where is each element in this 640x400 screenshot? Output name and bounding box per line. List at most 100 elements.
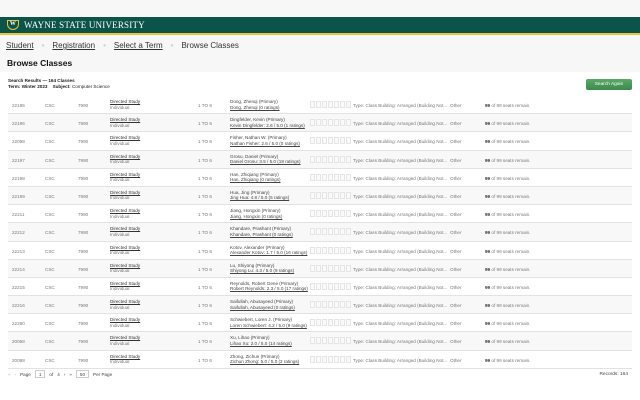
table-row[interactable]: 22215 CSC 7990 Directed Study Individual … bbox=[8, 277, 632, 297]
course-title-link[interactable]: Directed Study bbox=[110, 317, 140, 322]
table-row[interactable]: 22280 CSC 7990 Directed Study Individual … bbox=[8, 314, 632, 333]
instructor-rating-link[interactable]: Jing Hua: 4.8 / 5.0 (5 ratings) bbox=[230, 195, 289, 200]
schedule-type: Individual bbox=[110, 104, 130, 110]
course-number: 7990 bbox=[78, 175, 89, 181]
breadcrumb-student[interactable]: Student bbox=[6, 41, 34, 50]
day-box bbox=[340, 301, 345, 309]
search-again-button[interactable]: Search Again bbox=[586, 79, 632, 90]
subject: CSC bbox=[45, 193, 55, 199]
next-page-button[interactable]: › bbox=[64, 372, 66, 377]
seats-remaining: 99 bbox=[485, 157, 491, 163]
day-box bbox=[328, 301, 333, 309]
course-number: 7990 bbox=[78, 339, 89, 345]
seats-remaining: 99 bbox=[485, 357, 491, 363]
per-page-select[interactable]: 50 bbox=[75, 370, 90, 378]
course-title-link[interactable]: Directed Study bbox=[110, 263, 140, 268]
seats-text: of 99 seats remain. bbox=[491, 175, 531, 181]
day-box bbox=[310, 282, 315, 290]
course-title-link[interactable]: Directed Study bbox=[110, 354, 140, 359]
instructor-rating-link[interactable]: Zichun Zhong: 5.0 / 5.0 (2 ratings) bbox=[230, 359, 299, 364]
instructor-rating-link[interactable]: Jiang, Hongxin (0 ratings) bbox=[230, 214, 282, 219]
day-box bbox=[322, 264, 327, 272]
table-row[interactable]: 22196 CSC 7990 Directed Study Individual … bbox=[8, 114, 632, 133]
course-title-link[interactable]: Directed Study bbox=[110, 190, 140, 195]
seats-text: of 99 seats remain. bbox=[491, 157, 531, 163]
course-title-link[interactable]: Directed Study bbox=[110, 226, 140, 231]
campus: Other bbox=[450, 303, 462, 309]
day-box bbox=[310, 355, 315, 363]
course-title-link[interactable]: Directed Study bbox=[110, 299, 140, 304]
table-row[interactable]: 22198 CSC 7990 Directed Study Individual … bbox=[8, 168, 632, 187]
instructor-rating-link[interactable]: Dong, Zhenqi (0 ratings) bbox=[230, 105, 280, 110]
subject: CSC bbox=[45, 303, 55, 309]
instructor-rating-link[interactable]: Shiyong Lu: 4.3 / 5.0 (9 ratings) bbox=[230, 268, 294, 273]
course-title-link[interactable]: Directed Study bbox=[110, 281, 140, 286]
course-title-link[interactable]: Directed Study bbox=[110, 245, 140, 250]
course-title-link[interactable]: Directed Study bbox=[110, 172, 140, 177]
page-input[interactable]: 1 bbox=[34, 370, 46, 378]
table-row[interactable]: 20088 CSC 7990 Directed Study Individual … bbox=[8, 350, 632, 369]
meeting-days bbox=[310, 301, 351, 309]
table-row[interactable]: 22216 CSC 7990 Directed Study Individual … bbox=[8, 296, 632, 315]
credit-hours: 1 TO 6 bbox=[198, 303, 212, 309]
table-row[interactable]: 22214 CSC 7990 Directed Study Individual … bbox=[8, 259, 632, 278]
day-box bbox=[334, 228, 339, 236]
course-number: 7990 bbox=[78, 230, 89, 236]
instructor-name: Reynolds, Robert Gene (Primary) bbox=[230, 280, 299, 286]
breadcrumb-registration[interactable]: Registration bbox=[52, 41, 95, 50]
subject: CSC bbox=[45, 284, 55, 290]
instructor-rating-link[interactable]: Alexander Kotov: 1.7 / 5.0 (16 ratings) bbox=[230, 250, 307, 255]
course-title-link[interactable]: Directed Study bbox=[110, 99, 140, 104]
course-number: 7990 bbox=[78, 193, 89, 199]
table-row[interactable]: 22211 CSC 7990 Directed Study Individual … bbox=[8, 205, 632, 224]
day-box bbox=[334, 191, 339, 199]
day-box bbox=[340, 101, 345, 108]
first-page-button[interactable]: « bbox=[8, 372, 11, 377]
table-row[interactable]: 22197 CSC 7990 Directed Study Individual … bbox=[8, 150, 632, 169]
last-page-button[interactable]: » bbox=[69, 372, 72, 377]
seats-text: of 99 seats remain. bbox=[491, 121, 531, 127]
schedule-type: Individual bbox=[110, 286, 130, 292]
table-row[interactable]: 22195 CSC 7990 Directed Study Individual … bbox=[8, 96, 632, 115]
schedule-type: Individual bbox=[110, 159, 130, 165]
table-row[interactable]: 20068 CSC 7990 Directed Study Individual … bbox=[8, 332, 632, 351]
day-box bbox=[340, 228, 345, 236]
course-number: 7990 bbox=[78, 303, 89, 309]
course-title-link[interactable]: Directed Study bbox=[110, 335, 140, 340]
table-row[interactable]: 22098 CSC 7990 Directed Study Individual … bbox=[8, 132, 632, 151]
day-box bbox=[322, 210, 327, 218]
instructor-rating-link[interactable]: Lihao Xu: 2.0 / 5.0 (14 ratings) bbox=[230, 341, 292, 346]
day-box bbox=[316, 119, 321, 127]
day-box bbox=[346, 282, 351, 290]
table-row[interactable]: 22199 CSC 7990 Directed Study Individual … bbox=[8, 186, 632, 206]
table-row[interactable]: 22213 CSC 7990 Directed Study Individual … bbox=[8, 241, 632, 260]
course-title-link[interactable]: Directed Study bbox=[110, 154, 140, 159]
course-title-link[interactable]: Directed Study bbox=[110, 208, 140, 213]
course-title-link[interactable]: Directed Study bbox=[110, 135, 140, 140]
day-box bbox=[316, 173, 321, 181]
meeting-info: Type: Class Building: Arranged (Building… bbox=[353, 339, 448, 345]
day-box bbox=[340, 191, 345, 199]
campus: Other bbox=[450, 157, 462, 163]
crn: 22214 bbox=[12, 266, 25, 272]
instructor-rating-link[interactable]: Daniel Grosu: 3.5 / 5.0 (18 ratings) bbox=[230, 159, 300, 164]
instructor-rating-link[interactable]: Khandare, Prashant (0 ratings) bbox=[230, 232, 293, 237]
day-box bbox=[316, 282, 321, 290]
instructor-rating-link[interactable]: Loren Schwiebert: 4.2 / 5.0 (9 ratings) bbox=[230, 323, 307, 328]
table-row[interactable]: 22212 CSC 7990 Directed Study Individual … bbox=[8, 223, 632, 242]
course-title-link[interactable]: Directed Study bbox=[110, 117, 140, 122]
seats-status: 99 of 99 seats remain. bbox=[485, 212, 530, 217]
prev-page-button[interactable]: ‹ bbox=[15, 372, 17, 377]
subject: CSC bbox=[45, 321, 55, 327]
instructor-rating-link[interactable]: Nathan Fisher: 2.6 / 5.0 (0 ratings) bbox=[230, 141, 300, 146]
instructor-rating-link[interactable]: Kevin Dingfelder: 2.6 / 5.0 (1 ratings) bbox=[230, 123, 305, 128]
day-box bbox=[328, 319, 333, 327]
credit-hours: 1 TO 6 bbox=[198, 284, 212, 290]
day-box bbox=[328, 210, 333, 218]
day-box bbox=[346, 228, 351, 236]
instructor-rating-link[interactable]: Robert Reynolds: 2.3 / 5.0 (17 ratings) bbox=[230, 286, 308, 291]
breadcrumb-select-term[interactable]: Select a Term bbox=[114, 41, 163, 50]
instructor-rating-link[interactable]: Han, Zhiqiang (0 ratings) bbox=[230, 177, 281, 182]
subject: CSC bbox=[45, 357, 55, 363]
instructor-rating-link[interactable]: Saifullah, Abusayeed (0 ratings) bbox=[230, 305, 295, 310]
